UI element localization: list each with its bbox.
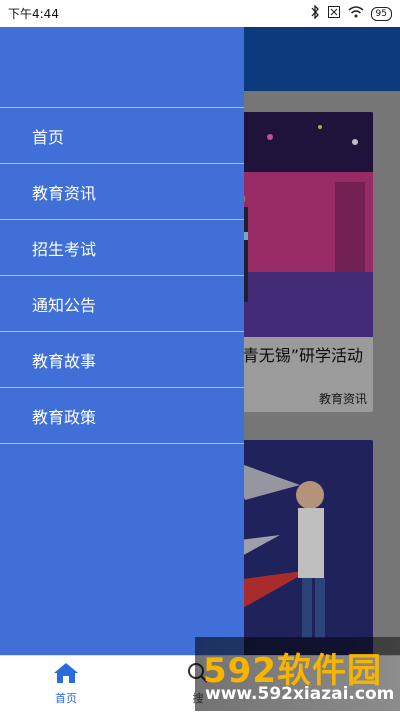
bluetooth-icon — [310, 4, 320, 22]
menu-item-notices[interactable]: 通知公告 — [0, 276, 244, 332]
app-screen: 青无锡”研学活动 教育资讯 首页 教育资讯 招生考试 通知公告 教育故事 教育政… — [0, 27, 400, 655]
battery-indicator: 95 — [370, 6, 392, 21]
status-icons: 95 — [310, 4, 392, 22]
drawer-header — [0, 27, 244, 108]
wifi-icon — [348, 6, 364, 21]
watermark-logo: 592软件园 www.592xiazai.com — [195, 637, 400, 711]
sim-icon — [327, 5, 341, 22]
tab-home-label: 首页 — [55, 692, 77, 705]
menu-item-education-news[interactable]: 教育资讯 — [0, 164, 244, 220]
status-bar: 下午4:44 95 — [0, 0, 400, 27]
status-time: 下午4:44 — [8, 7, 59, 21]
menu-item-home[interactable]: 首页 — [0, 108, 244, 164]
menu-item-education-policy[interactable]: 教育政策 — [0, 388, 244, 444]
menu-item-education-stories[interactable]: 教育故事 — [0, 332, 244, 388]
home-icon — [53, 662, 79, 688]
tab-home[interactable]: 首页 — [16, 656, 116, 712]
menu-item-admission-exams[interactable]: 招生考试 — [0, 220, 244, 276]
navigation-drawer: 首页 教育资讯 招生考试 通知公告 教育故事 教育政策 — [0, 27, 244, 655]
watermark-url: www.592xiazai.com — [205, 684, 395, 704]
